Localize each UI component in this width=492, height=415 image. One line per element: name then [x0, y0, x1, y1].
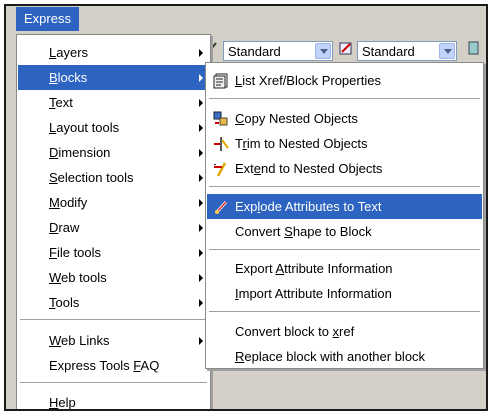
- submenu-separator: [209, 98, 480, 99]
- extend-nested-icon: [214, 162, 227, 177]
- menu-item-tools[interactable]: Tools: [18, 290, 209, 315]
- style-combo-1[interactable]: Standard: [223, 41, 333, 61]
- submenu-item-replace-block[interactable]: Replace block with another block: [207, 344, 482, 369]
- submenu-arrow-icon: [199, 49, 203, 57]
- menu-separator: [20, 382, 207, 383]
- submenu-arrow-icon: [199, 337, 203, 345]
- menu-item-layers[interactable]: Layers: [18, 40, 209, 65]
- submenu-item-convert-shape-to-block[interactable]: Convert Shape to Block: [207, 219, 482, 244]
- menu-item-dimension[interactable]: Dimension: [18, 140, 209, 165]
- blocks-submenu: List Xref/Block Properties Copy Nested O…: [205, 62, 484, 369]
- menu-express[interactable]: Express: [16, 7, 79, 31]
- submenu-arrow-icon: [199, 99, 203, 107]
- submenu-item-explode-attributes-to-text[interactable]: Explode Attributes to Text: [207, 194, 482, 219]
- submenu-arrow-icon: [199, 149, 203, 157]
- table-style-icon[interactable]: [339, 40, 353, 56]
- toolbar-extra-icon[interactable]: [467, 40, 481, 56]
- list-properties-icon: [213, 73, 228, 89]
- menu-item-selection-tools[interactable]: Selection tools: [18, 165, 209, 190]
- submenu-arrow-icon: [199, 74, 203, 82]
- menu-item-express-tools-faq[interactable]: Express Tools FAQ: [18, 353, 209, 378]
- menu-item-layout-tools[interactable]: Layout tools: [18, 115, 209, 140]
- submenu-item-export-attribute-information[interactable]: Export Attribute Information: [207, 256, 482, 281]
- chevron-down-icon[interactable]: [315, 43, 331, 59]
- submenu-arrow-icon: [199, 224, 203, 232]
- style-combo-2-value: Standard: [362, 44, 415, 59]
- menu-item-text[interactable]: Text: [18, 90, 209, 115]
- screenshot-frame: Express Standard Standard Layers Blocks: [4, 4, 488, 411]
- submenu-arrow-icon: [199, 174, 203, 182]
- menu-item-blocks[interactable]: Blocks: [18, 65, 209, 90]
- submenu-item-copy-nested-objects[interactable]: Copy Nested Objects: [207, 106, 482, 131]
- style-combo-2[interactable]: Standard: [357, 41, 457, 61]
- menu-item-help[interactable]: Help: [18, 390, 209, 409]
- menu-item-modify[interactable]: Modify: [18, 190, 209, 215]
- menu-item-draw[interactable]: Draw: [18, 215, 209, 240]
- trim-nested-icon: [214, 137, 229, 151]
- menu-separator: [20, 319, 207, 320]
- menu-item-file-tools[interactable]: File tools: [18, 240, 209, 265]
- submenu-arrow-icon: [199, 249, 203, 257]
- submenu-arrow-icon: [199, 199, 203, 207]
- submenu-separator: [209, 186, 480, 187]
- menu-item-web-tools[interactable]: Web tools: [18, 265, 209, 290]
- menu-bar: Express: [6, 6, 486, 33]
- toolbar: Standard Standard: [201, 34, 486, 64]
- submenu-item-convert-block-to-xref[interactable]: Convert block to xref: [207, 319, 482, 344]
- submenu-item-import-attribute-information[interactable]: Import Attribute Information: [207, 281, 482, 306]
- style-combo-1-value: Standard: [228, 44, 281, 59]
- divider: [485, 62, 486, 409]
- submenu-item-trim-to-nested-objects[interactable]: Trim to Nested Objects: [207, 131, 482, 156]
- submenu-separator: [209, 249, 480, 250]
- submenu-item-list-xref-block-properties[interactable]: List Xref/Block Properties: [207, 68, 482, 93]
- submenu-item-extend-to-nested-objects[interactable]: Extend to Nested Objects: [207, 156, 482, 181]
- express-dropdown-menu: Layers Blocks Text Layout tools Dimensio…: [16, 34, 211, 409]
- menu-item-web-links[interactable]: Web Links: [18, 328, 209, 353]
- submenu-arrow-icon: [199, 299, 203, 307]
- chevron-down-icon[interactable]: [439, 43, 455, 59]
- submenu-arrow-icon: [199, 124, 203, 132]
- explode-attributes-icon: [214, 200, 228, 215]
- submenu-arrow-icon: [199, 274, 203, 282]
- submenu-separator: [209, 311, 480, 312]
- copy-nested-icon: [213, 111, 228, 126]
